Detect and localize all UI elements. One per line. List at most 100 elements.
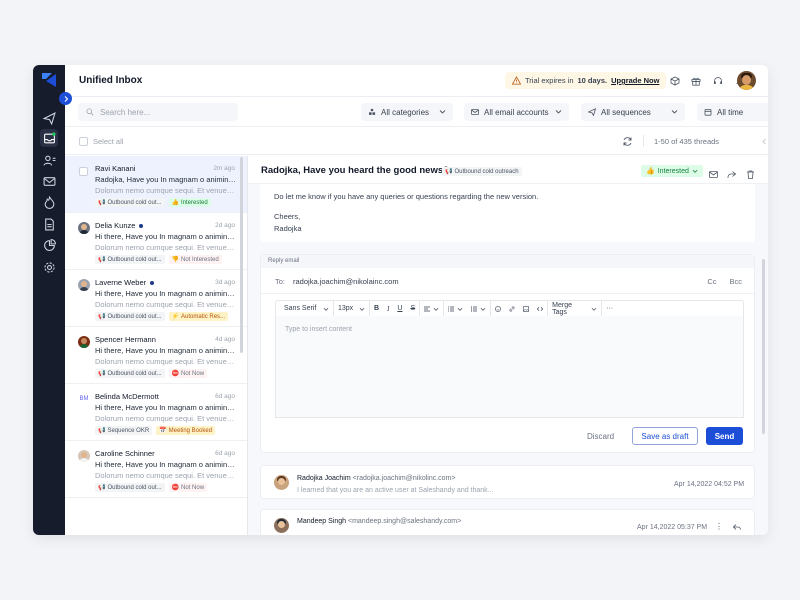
- sender-name: Laverne Weber: [95, 278, 147, 287]
- nav-analytics-icon[interactable]: [40, 236, 58, 254]
- ordered-list-select[interactable]: [444, 301, 467, 316]
- headset-icon[interactable]: [711, 74, 724, 87]
- sequence-tag: 📢 Outbound cold outreach: [442, 167, 522, 176]
- calendar-icon: [704, 109, 712, 116]
- bullet-list-icon: [471, 306, 478, 311]
- message-body: Do let me know if you have any queries o…: [260, 184, 755, 242]
- categories-label: All categories: [381, 107, 430, 117]
- time-label: All time: [717, 107, 744, 117]
- avatar: [78, 279, 90, 291]
- search-input[interactable]: [100, 107, 230, 117]
- sequence-tag: 📢 Sequence OKR: [95, 426, 153, 435]
- nav-send-icon[interactable]: [40, 109, 58, 127]
- discard-button[interactable]: Discard: [587, 432, 614, 441]
- avatar: [78, 222, 90, 234]
- emoji-button[interactable]: [491, 301, 505, 316]
- thread-item[interactable]: Spencer Hermann 4d ago Hi there, Have yo…: [65, 327, 247, 384]
- thread-item[interactable]: BM Belinda McDermott 6d ago Hi there, Ha…: [65, 384, 247, 441]
- chevron-down-icon: [359, 307, 365, 311]
- to-value[interactable]: radojka.joachim@nikolainc.com: [293, 277, 399, 286]
- message-date: Apr 14,2022 05:37 PM: [637, 524, 708, 531]
- thread-item[interactable]: Caroline Schinner 6d ago Hi there, Have …: [65, 441, 247, 498]
- gift-icon[interactable]: [689, 74, 702, 87]
- thread-date: 2d ago: [215, 222, 235, 229]
- mail-icon[interactable]: [709, 166, 719, 178]
- email-accounts-label: All email accounts: [484, 107, 549, 117]
- nav-templates-icon[interactable]: [40, 215, 58, 233]
- status-badge: 👍 Interested: [168, 198, 211, 207]
- merge-tags-select[interactable]: Merge Tags: [548, 301, 603, 316]
- megaphone-icon: 📢: [98, 485, 106, 491]
- nav-warmup-icon[interactable]: [40, 193, 58, 211]
- thread-item[interactable]: Laverne Weber 3d ago Hi there, Have you …: [65, 270, 247, 327]
- sequence-tag: 📢 Outbound cold out...: [95, 483, 165, 492]
- detail-header: Radojka, Have you heard the good news? 📢…: [248, 156, 768, 184]
- more-options-icon[interactable]: ···: [602, 301, 617, 316]
- previous-message[interactable]: Radojka Joachim <radojka.joachim@nikolin…: [260, 465, 755, 499]
- reply-editor[interactable]: Type to insert content: [275, 316, 744, 418]
- italic-button[interactable]: I: [383, 301, 393, 316]
- avatar: [78, 336, 90, 348]
- strikethrough-button[interactable]: S: [406, 301, 421, 316]
- nav-email-accounts-icon[interactable]: [40, 172, 58, 190]
- status-dropdown[interactable]: 👍 Interested: [641, 165, 703, 177]
- body-line: Do let me know if you have any queries o…: [274, 192, 539, 201]
- thread-item[interactable]: Ravi Kanani 2m ago Radojka, Have you In …: [65, 156, 247, 213]
- search-icon: [86, 108, 94, 116]
- prev-page-icon[interactable]: [759, 136, 768, 146]
- send-button[interactable]: Send: [706, 427, 743, 445]
- thread-detail: Radojka, Have you heard the good news? 📢…: [248, 156, 768, 535]
- select-all-checkbox[interactable]: [79, 137, 88, 146]
- thread-date: 6d ago: [215, 393, 235, 400]
- trash-icon[interactable]: [746, 166, 756, 179]
- reply-icon[interactable]: [733, 523, 741, 531]
- image-button[interactable]: [519, 301, 533, 316]
- cube-icon[interactable]: [668, 74, 681, 87]
- thread-list-scrollbar[interactable]: [240, 157, 243, 353]
- app-logo-icon[interactable]: [41, 72, 57, 88]
- unread-dot: [139, 223, 144, 228]
- forward-icon[interactable]: [727, 166, 737, 178]
- refresh-icon[interactable]: [622, 136, 633, 147]
- status-badge: ⚡ Automatic Res...: [168, 312, 229, 321]
- nav-settings-icon[interactable]: [40, 258, 58, 276]
- sequences-dropdown[interactable]: All sequences: [581, 103, 685, 121]
- chevron-down-icon: [671, 108, 678, 117]
- expand-sidebar-button[interactable]: [59, 92, 72, 105]
- bcc-button[interactable]: Bcc: [729, 277, 742, 286]
- time-dropdown[interactable]: All time: [697, 103, 768, 121]
- previous-message[interactable]: Mandeep Singh <mandeep.singh@saleshandy.…: [260, 509, 755, 535]
- cc-button[interactable]: Cc: [707, 277, 716, 286]
- sender-name: Ravi Kanani: [95, 164, 136, 173]
- nav-inbox-icon[interactable]: [40, 129, 58, 147]
- to-field[interactable]: To: radojka.joachim@nikolainc.com: [275, 277, 399, 286]
- thread-checkbox[interactable]: [79, 167, 88, 176]
- thumbs-up-icon: 👍: [646, 168, 655, 175]
- thread-count: 1-50 of 435 threads: [654, 137, 720, 146]
- to-label: To:: [275, 277, 286, 286]
- more-options-icon[interactable]: ⋮: [715, 522, 723, 532]
- code-button[interactable]: [533, 301, 549, 316]
- font-family-select[interactable]: Sans Serif: [280, 301, 334, 316]
- email-accounts-dropdown[interactable]: All email accounts: [464, 103, 569, 121]
- categories-dropdown[interactable]: All categories: [361, 103, 453, 121]
- detail-scrollbar[interactable]: [762, 259, 765, 434]
- chevron-down-icon: [439, 108, 446, 117]
- font-size-select[interactable]: 13px: [334, 301, 370, 316]
- thread-date: 2m ago: [213, 165, 235, 172]
- nav-prospects-icon[interactable]: [40, 151, 58, 169]
- thread-preview: Dolorum nemo cumque sequi. Et venuenatis…: [95, 243, 237, 252]
- save-draft-button[interactable]: Save as draft: [632, 427, 698, 445]
- underline-button[interactable]: U: [393, 301, 406, 316]
- user-avatar[interactable]: [737, 71, 756, 90]
- link-button[interactable]: [505, 301, 519, 316]
- bold-button[interactable]: B: [370, 301, 383, 316]
- upgrade-link[interactable]: Upgrade Now: [611, 76, 659, 85]
- thread-list: Ravi Kanani 2m ago Radojka, Have you In …: [65, 156, 248, 535]
- select-all[interactable]: Select all: [79, 137, 123, 146]
- bullet-list-select[interactable]: [467, 301, 492, 316]
- sequence-tag: 📢 Outbound cold out...: [95, 198, 165, 207]
- thread-item[interactable]: Delia Kunze 2d ago Hi there, Have you In…: [65, 213, 247, 270]
- align-select[interactable]: [420, 301, 445, 316]
- search-box[interactable]: [78, 103, 238, 121]
